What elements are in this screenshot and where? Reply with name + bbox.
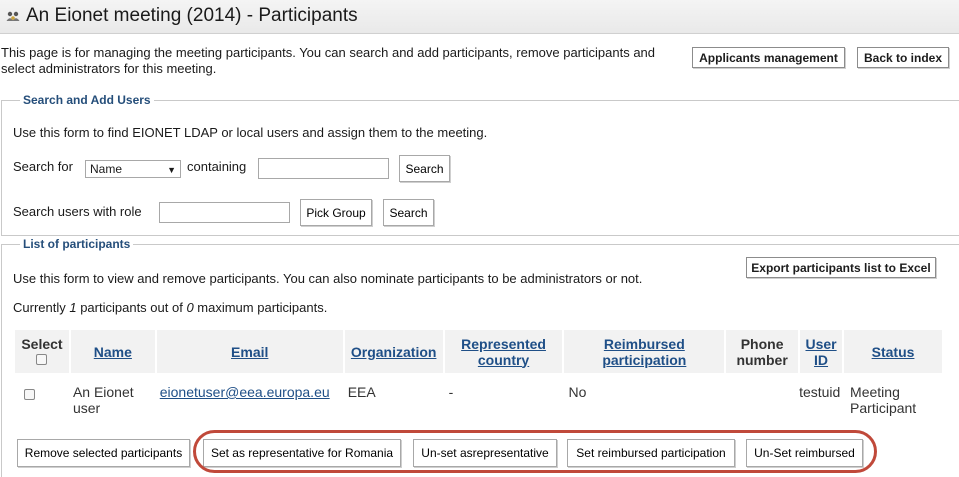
col-select: Select	[15, 330, 71, 373]
sort-email-link[interactable]: Email	[231, 344, 268, 360]
count-prefix: Currently	[13, 300, 70, 315]
intro-text: This page is for managing the meeting pa…	[1, 45, 656, 76]
count-current: 1	[69, 300, 77, 315]
select-all-checkbox[interactable]	[36, 353, 48, 365]
sort-organization-link[interactable]: Organization	[351, 344, 437, 360]
col-select-label: Select	[21, 335, 63, 352]
row-status-line-1: Meeting	[850, 384, 900, 400]
col-phone: Phone number	[725, 330, 801, 373]
role-label: Search users with role	[13, 204, 142, 219]
unset-reimbursed-button[interactable]: Un-Set reimbursed	[746, 439, 863, 467]
userid-label-1: User	[805, 335, 837, 352]
row-name-line-2: user	[72, 400, 101, 416]
participants-section-description: Use this form to view and remove partici…	[13, 271, 643, 286]
row-name: An Eionet user	[70, 373, 156, 421]
userid-label-2: ID	[814, 351, 829, 368]
participants-table: Select Name Email Organization Represent…	[15, 330, 944, 421]
remove-selected-button[interactable]: Remove selected participants	[17, 439, 190, 467]
search-section-description: Use this form to find EIONET LDAP or loc…	[13, 125, 488, 140]
represented-label-2: country	[477, 351, 530, 368]
title-bar: An Eionet meeting (2014) - Participants	[0, 0, 959, 34]
sort-userid-link[interactable]: User ID	[805, 336, 836, 368]
col-organization[interactable]: Organization	[343, 330, 445, 373]
col-reimbursed[interactable]: Reimbursed participation	[563, 330, 727, 373]
represented-label-1: Represented	[461, 335, 546, 352]
sort-represented-link[interactable]: Represented country	[461, 336, 546, 368]
pick-group-button[interactable]: Pick Group	[300, 199, 372, 226]
row-checkbox[interactable]	[24, 389, 35, 400]
back-to-index-button[interactable]: Back to index	[857, 47, 949, 68]
reimbursed-label-2: participation	[602, 351, 687, 368]
role-search-button[interactable]: Search	[383, 199, 434, 226]
col-represented-country[interactable]: Represented country	[443, 330, 565, 373]
row-email-link[interactable]: eionetuser@eea.europa.eu	[160, 384, 330, 400]
reimbursed-label-1: Reimbursed	[603, 335, 685, 352]
count-middle: participants out of	[76, 300, 187, 315]
search-section-legend: Search and Add Users	[20, 93, 154, 107]
row-phone	[725, 373, 799, 421]
page-title: An Eionet meeting (2014) - Participants	[26, 5, 358, 26]
row-represented-country: -	[448, 384, 454, 400]
set-reimbursed-button[interactable]: Set reimbursed participation	[567, 439, 735, 467]
sort-reimbursed-link[interactable]: Reimbursed participation	[602, 336, 686, 368]
applicants-management-button[interactable]: Applicants management	[692, 47, 845, 68]
role-input[interactable]	[159, 202, 290, 223]
sort-status-link[interactable]: Status	[872, 344, 915, 360]
row-user-id: testuid	[799, 384, 841, 400]
search-field-selected: Name	[90, 162, 123, 176]
count-suffix: maximum participants.	[193, 300, 328, 315]
count-max: 0	[186, 300, 194, 315]
participants-section-legend: List of participants	[20, 237, 134, 251]
row-organization: EEA	[347, 384, 376, 400]
people-icon	[6, 11, 20, 21]
phone-label-2: number	[736, 351, 788, 368]
search-button[interactable]: Search	[399, 155, 450, 182]
row-status-line-2: Participant	[850, 400, 917, 416]
search-field-select[interactable]: Name ▼	[85, 160, 181, 178]
unset-representative-button[interactable]: Un-set asrepresentative	[413, 439, 557, 467]
row-select-cell	[15, 373, 70, 421]
col-email[interactable]: Email	[155, 330, 345, 373]
sort-name-link[interactable]: Name	[94, 344, 132, 360]
participant-count: Currently 1 participants out of 0 maximu…	[13, 300, 327, 315]
row-status: Meeting Participant	[843, 373, 943, 421]
export-excel-button[interactable]: Export participants list to Excel	[746, 257, 936, 278]
table-header-row: Select Name Email Organization Represent…	[15, 330, 944, 373]
search-for-label: Search for	[13, 159, 73, 174]
row-email: eionetuser@eea.europa.eu	[156, 373, 344, 421]
row-reimbursed: No	[568, 384, 587, 400]
row-name-line-1: An Eionet	[72, 384, 134, 400]
set-representative-button[interactable]: Set as representative for Romania	[203, 439, 401, 467]
containing-label: containing	[187, 159, 247, 174]
table-row: An Eionet user eionetuser@eea.europa.eu E…	[15, 373, 943, 421]
col-status[interactable]: Status	[843, 330, 944, 373]
phone-label-1: Phone	[740, 335, 784, 352]
dropdown-arrow-icon: ▼	[167, 165, 176, 175]
col-name[interactable]: Name	[69, 330, 157, 373]
containing-input[interactable]	[258, 158, 389, 179]
col-user-id[interactable]: User ID	[799, 330, 845, 373]
